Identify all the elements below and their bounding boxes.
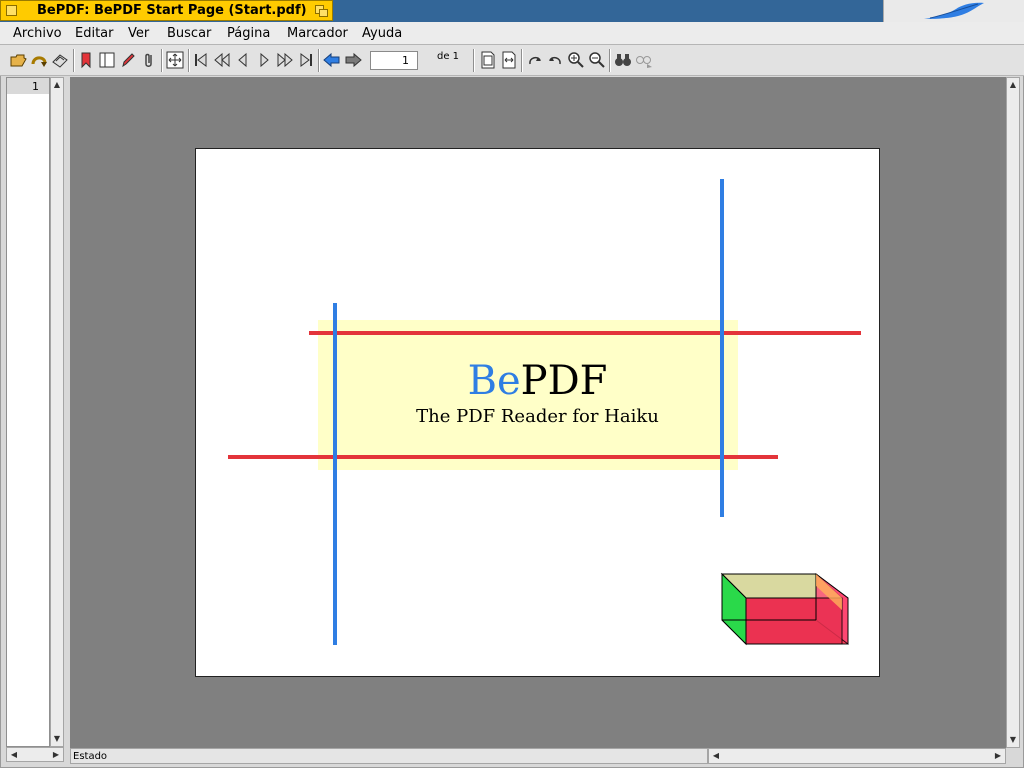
toolbar-separator [609, 49, 611, 72]
rotate-counterclockwise-icon[interactable] [546, 51, 564, 69]
sidebar-toggle-icon[interactable] [98, 51, 116, 69]
logo-pdf: PDF [520, 358, 608, 404]
print-icon[interactable] [51, 51, 69, 69]
previous-page-icon[interactable] [234, 51, 252, 69]
toolbar-separator [473, 49, 475, 72]
thumbnail-list[interactable]: 1 [6, 77, 50, 747]
red-rule-top [309, 331, 861, 335]
menu-ayuda[interactable]: Ayuda [362, 26, 402, 41]
menu-archivo[interactable]: Archivo [13, 26, 62, 41]
red-rule-bottom [228, 455, 778, 459]
scroll-down-arrow-icon[interactable]: ▼ [1007, 734, 1019, 746]
toolbar-separator [188, 49, 190, 72]
toolbar-separator [73, 49, 75, 72]
menu-bar: Archivo Editar Ver Buscar Página Marcado… [0, 22, 1024, 45]
document-horizontal-scrollbar[interactable]: ◀ ▶ [708, 748, 1006, 764]
find-icon[interactable] [614, 51, 632, 69]
forward-ten-pages-icon[interactable] [276, 51, 294, 69]
leaf-logo-icon[interactable] [922, 1, 986, 21]
history-forward-icon[interactable] [344, 51, 362, 69]
page-count-label: de 1 [437, 51, 460, 62]
scroll-left-arrow-icon[interactable]: ◀ [8, 749, 20, 761]
scroll-up-arrow-icon[interactable]: ▲ [1007, 79, 1019, 91]
menu-editar[interactable]: Editar [75, 26, 114, 41]
fullscreen-icon[interactable] [166, 51, 184, 69]
toolbar: 1 de 1 [0, 45, 1024, 76]
scroll-down-arrow-icon[interactable]: ▼ [51, 733, 63, 745]
rotate-clockwise-icon[interactable] [526, 51, 544, 69]
zoom-window-button[interactable] [315, 5, 328, 17]
window-tab[interactable]: BePDF: BePDF Start Page (Start.pdf) [0, 0, 333, 21]
find-next-icon[interactable] [635, 51, 653, 69]
3d-box-icon [720, 572, 849, 646]
logo-be: Be [467, 358, 521, 404]
menu-buscar[interactable]: Buscar [167, 26, 211, 41]
reload-icon[interactable] [30, 51, 48, 69]
scroll-right-arrow-icon[interactable]: ▶ [50, 749, 62, 761]
blue-rule-left [333, 303, 337, 645]
menu-marcador[interactable]: Marcador [287, 26, 348, 41]
menu-ver[interactable]: Ver [128, 26, 149, 41]
document-subtitle: The PDF Reader for Haiku [416, 406, 659, 427]
attachment-icon[interactable] [140, 51, 158, 69]
toolbar-separator [318, 49, 320, 72]
scroll-left-arrow-icon[interactable]: ◀ [710, 750, 722, 762]
page-number-input[interactable]: 1 [370, 51, 418, 70]
toolbar-separator [161, 49, 163, 72]
bookmark-icon[interactable] [77, 51, 95, 69]
fit-width-icon[interactable] [500, 51, 518, 69]
open-file-icon[interactable] [9, 51, 27, 69]
fit-page-icon[interactable] [479, 51, 497, 69]
blue-rule-right [720, 179, 724, 517]
status-bar: Estado [70, 748, 708, 764]
document-vertical-scrollbar[interactable]: ▲ ▼ [1006, 77, 1020, 748]
scroll-up-arrow-icon[interactable]: ▲ [51, 79, 63, 91]
thumbnail-vertical-scrollbar[interactable]: ▲ ▼ [50, 77, 64, 747]
next-page-icon[interactable] [255, 51, 273, 69]
zoom-in-icon[interactable] [567, 51, 585, 69]
deskbar[interactable] [883, 0, 1024, 22]
history-back-icon[interactable] [323, 51, 341, 69]
close-window-button[interactable] [6, 5, 17, 16]
thumbnail-horizontal-scrollbar[interactable]: ◀ ▶ [6, 747, 64, 762]
last-page-icon[interactable] [297, 51, 315, 69]
first-page-icon[interactable] [192, 51, 210, 69]
scroll-right-arrow-icon[interactable]: ▶ [992, 750, 1004, 762]
back-ten-pages-icon[interactable] [213, 51, 231, 69]
toolbar-separator [521, 49, 523, 72]
window-title: BePDF: BePDF Start Page (Start.pdf) [37, 3, 307, 18]
bepdf-logo-text: BePDF [400, 357, 675, 405]
menu-pagina[interactable]: Página [227, 26, 270, 41]
thumbnail-page-1[interactable]: 1 [7, 78, 49, 94]
pencil-icon[interactable] [119, 51, 137, 69]
zoom-out-icon[interactable] [588, 51, 606, 69]
